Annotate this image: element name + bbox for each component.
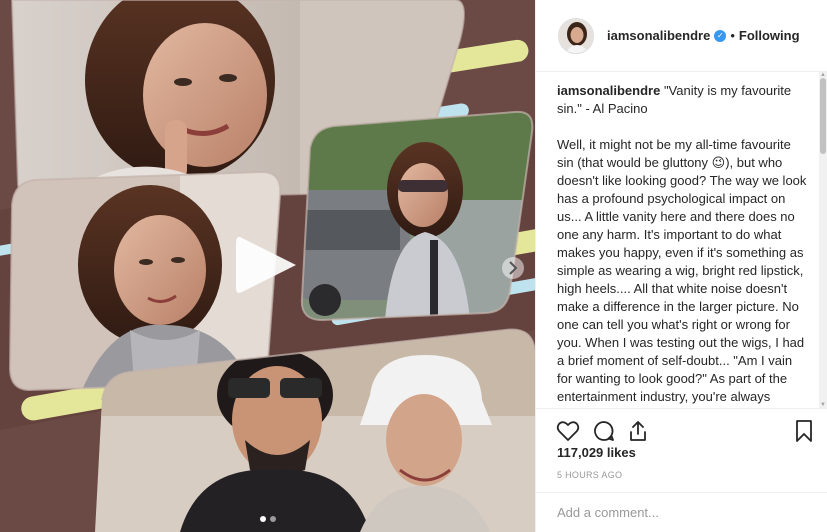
post-sidebar: iamsonalibendre ✓ • Following iamsonalib… bbox=[535, 0, 827, 532]
media-collage bbox=[0, 0, 535, 532]
comment-box bbox=[536, 492, 827, 532]
header-username[interactable]: iamsonalibendre bbox=[607, 28, 710, 43]
post-timestamp[interactable]: 5 HOURS AGO bbox=[557, 470, 622, 480]
caption-body: Well, it might not be my all-time favour… bbox=[557, 137, 807, 408]
header-separator: • bbox=[730, 28, 735, 43]
verified-badge-icon: ✓ bbox=[714, 29, 727, 42]
scrollbar-thumb[interactable] bbox=[820, 78, 826, 154]
post-header: iamsonalibendre ✓ • Following bbox=[536, 0, 827, 72]
caption-scrollbar[interactable]: ▲ ▼ bbox=[819, 72, 827, 408]
like-count[interactable]: 117,029 likes bbox=[557, 445, 636, 460]
heart-icon[interactable] bbox=[556, 419, 580, 443]
caption: iamsonalibendre "Vanity is my favourite … bbox=[557, 82, 807, 408]
caption-first-paragraph: iamsonalibendre "Vanity is my favourite … bbox=[557, 82, 807, 118]
comment-input[interactable] bbox=[557, 505, 797, 520]
caption-scroll-area[interactable]: iamsonalibendre "Vanity is my favourite … bbox=[536, 72, 827, 408]
bookmark-icon[interactable] bbox=[792, 419, 816, 443]
share-icon[interactable] bbox=[626, 419, 650, 443]
action-bar bbox=[536, 408, 827, 448]
carousel-dot-active[interactable] bbox=[259, 516, 266, 522]
avatar[interactable] bbox=[558, 17, 594, 54]
carousel-dot[interactable] bbox=[269, 516, 276, 522]
following-button[interactable]: Following bbox=[739, 28, 800, 43]
caption-username[interactable]: iamsonalibendre bbox=[557, 83, 660, 98]
comment-bubble-icon[interactable] bbox=[592, 419, 616, 443]
carousel-dots bbox=[0, 516, 535, 522]
post-media[interactable] bbox=[0, 0, 535, 532]
chevron-right-icon[interactable] bbox=[502, 257, 524, 279]
